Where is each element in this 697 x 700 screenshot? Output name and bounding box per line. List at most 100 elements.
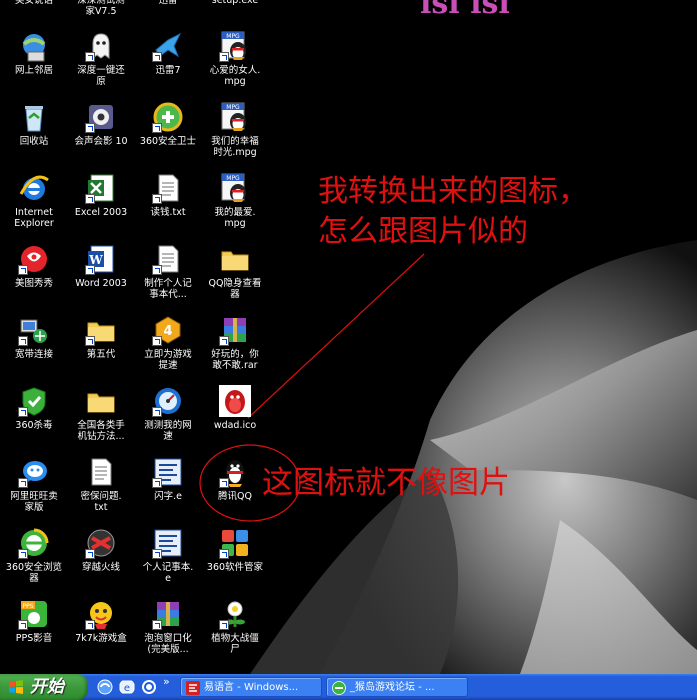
desktop-icon[interactable]: 闪字.e xyxy=(134,456,202,502)
browser-quicklaunch-icon[interactable] xyxy=(141,679,157,695)
desktop-icon[interactable]: 360杀毒 xyxy=(0,385,68,431)
task-button-browser[interactable]: _猴岛游戏论坛 - ... xyxy=(326,677,468,697)
desktop-icon[interactable]: 网上邻居 xyxy=(0,30,68,76)
shortcut-arrow-icon xyxy=(18,478,28,488)
desktop-icon-label: Excel 2003 xyxy=(74,207,128,218)
thunder-bird-icon xyxy=(152,30,184,62)
desktop-icon[interactable]: 植物大战僵 尸 xyxy=(201,598,269,655)
svg-text:PPS: PPS xyxy=(22,603,33,610)
desktop-icon[interactable]: 深深测试测 家V7.5 xyxy=(67,0,135,17)
qq-penguin-red-icon xyxy=(219,385,251,417)
excel-icon xyxy=(85,172,117,204)
desktop-icon-label: wdad.ico xyxy=(213,420,257,431)
360-antivirus-icon xyxy=(18,385,50,417)
desktop-icon[interactable]: 泡泡窗口化 (完美版... xyxy=(134,598,202,655)
speed-test-icon xyxy=(152,385,184,417)
start-button[interactable]: 开始 xyxy=(0,674,88,700)
desktop-icon[interactable]: Internet Explorer xyxy=(0,172,68,229)
text-file-icon xyxy=(152,172,184,204)
desktop-icon[interactable]: 4 立即为游戏 提速 xyxy=(134,314,202,371)
desktop-icon[interactable]: wdad.ico xyxy=(201,385,269,431)
desktop-icon[interactable]: 制作个人记 事本代... xyxy=(134,243,202,300)
word-icon: W xyxy=(85,243,117,275)
desktop-icon[interactable]: Excel 2003 xyxy=(67,172,135,218)
desktop-icon[interactable]: 全国各类手 机钻方法... xyxy=(67,385,135,442)
desktop-icon-label: setup.exe xyxy=(211,0,259,6)
svg-text:MPG: MPG xyxy=(226,104,240,111)
desktop-icon-label: 植物大战僵 尸 xyxy=(211,633,259,655)
desktop-icon-label: 泡泡窗口化 (完美版... xyxy=(144,633,192,655)
annotation-text-2: 这图标就不像图片 xyxy=(262,465,510,501)
shortcut-arrow-icon xyxy=(219,620,229,630)
desktop-icon-label: 第五代 xyxy=(86,349,116,360)
shortcut-arrow-icon xyxy=(85,123,95,133)
rar-archive-icon xyxy=(152,598,184,630)
mpg-qq-icon: MPG xyxy=(219,101,251,133)
desktop-icon[interactable]: 迅雷 xyxy=(134,0,202,6)
desktop-icon[interactable]: 个人记事本. e xyxy=(134,527,202,584)
aliwangwang-icon xyxy=(18,456,50,488)
shortcut-arrow-icon xyxy=(18,265,28,275)
task-label: 易语言 - Windows... xyxy=(204,682,299,693)
shortcut-arrow-icon xyxy=(18,620,28,630)
ie-quicklaunch-icon[interactable]: e xyxy=(119,679,135,695)
desktop-icon-label: 迅雷 xyxy=(158,0,178,6)
desktop-icon-label: 穿越火线 xyxy=(81,562,120,573)
desktop-icon[interactable]: MPG 我的最爱. mpg xyxy=(201,172,269,229)
desktop-icon-label: 个人记事本. e xyxy=(142,562,194,584)
desktop: ıšı ıšı 美女说话 深深测试测 家V7.5 迅雷 setup.exe 网上邻居 深度… xyxy=(0,0,697,674)
desktop-icon[interactable]: setup.exe xyxy=(201,0,269,6)
desktop-icon[interactable]: 腾讯QQ xyxy=(201,456,269,502)
desktop-icon[interactable]: MPG 我们的幸福 时光.mpg xyxy=(201,101,269,158)
shortcut-arrow-icon xyxy=(219,336,229,346)
shortcut-arrow-icon xyxy=(219,478,229,488)
shortcut-arrow-icon xyxy=(85,620,95,630)
desktop-icon[interactable]: 穿越火线 xyxy=(67,527,135,573)
desktop-icon[interactable]: 好玩的，你 敢不敢.rar xyxy=(201,314,269,371)
desktop-icon-label: 深度一键还 原 xyxy=(77,65,125,87)
desktop-icon[interactable]: 美图秀秀 xyxy=(0,243,68,289)
task-button-e-language[interactable]: 易语言 - Windows... xyxy=(180,677,322,697)
quick-launch-overflow-chevron[interactable]: » xyxy=(163,675,170,688)
desktop-icon-label: 美女说话 xyxy=(14,0,53,6)
shortcut-arrow-icon xyxy=(85,52,95,62)
desktop-icon[interactable]: MPG 心爱的女人. mpg xyxy=(201,30,269,87)
desktop-icon[interactable]: 360软件管家 xyxy=(201,527,269,573)
desktop-icon[interactable]: 360安全卫士 xyxy=(134,101,202,147)
desktop-icon-label: 美图秀秀 xyxy=(14,278,53,289)
desktop-icon[interactable]: 7k7k游戏盒 xyxy=(67,598,135,644)
desktop-icon-label: 全国各类手 机钻方法... xyxy=(77,420,125,442)
shortcut-arrow-icon xyxy=(152,620,162,630)
desktop-icon[interactable]: W Word 2003 xyxy=(67,243,135,289)
svg-text:4: 4 xyxy=(163,324,172,339)
desktop-icon[interactable]: 宽带连接 xyxy=(0,314,68,360)
folder-icon xyxy=(219,243,251,275)
desktop-icon[interactable]: 读钱.txt xyxy=(134,172,202,218)
desktop-icon-label: 读钱.txt xyxy=(150,207,186,218)
plants-vs-zombies-icon xyxy=(219,598,251,630)
desktop-icon[interactable]: 美女说话 xyxy=(0,0,68,6)
desktop-icon[interactable]: 会声会影 10 xyxy=(67,101,135,147)
shortcut-arrow-icon xyxy=(85,265,95,275)
desktop-icon-grid: 美女说话 深深测试测 家V7.5 迅雷 setup.exe 网上邻居 深度一键还 原 迅雷7… xyxy=(0,0,280,674)
desktop-icon-label: 测测我的网 速 xyxy=(144,420,192,442)
desktop-icon[interactable]: 测测我的网 速 xyxy=(134,385,202,442)
desktop-icon[interactable]: 迅雷7 xyxy=(134,30,202,76)
desktop-icon[interactable]: 密保问题. txt xyxy=(67,456,135,513)
shortcut-arrow-icon xyxy=(85,549,95,559)
desktop-icon[interactable]: PPS PPS影音 xyxy=(0,598,68,644)
360-software-manager-icon xyxy=(219,527,251,559)
desktop-icon[interactable]: QQ隐身查看 器 xyxy=(201,243,269,300)
desktop-icon-label: 会声会影 10 xyxy=(74,136,128,147)
desktop-icon[interactable]: 回收站 xyxy=(0,101,68,147)
e-language-task-icon xyxy=(186,681,200,695)
desktop-icon[interactable]: 深度一键还 原 xyxy=(67,30,135,87)
desktop-icon[interactable]: 360安全浏览 器 xyxy=(0,527,68,584)
show-desktop-icon[interactable] xyxy=(97,679,113,695)
desktop-icon[interactable]: 阿里旺旺卖 家版 xyxy=(0,456,68,513)
shortcut-arrow-icon xyxy=(152,407,162,417)
shortcut-arrow-icon xyxy=(18,549,28,559)
shortcut-arrow-icon xyxy=(152,194,162,204)
desktop-icon[interactable]: 第五代 xyxy=(67,314,135,360)
shortcut-arrow-icon xyxy=(85,336,95,346)
